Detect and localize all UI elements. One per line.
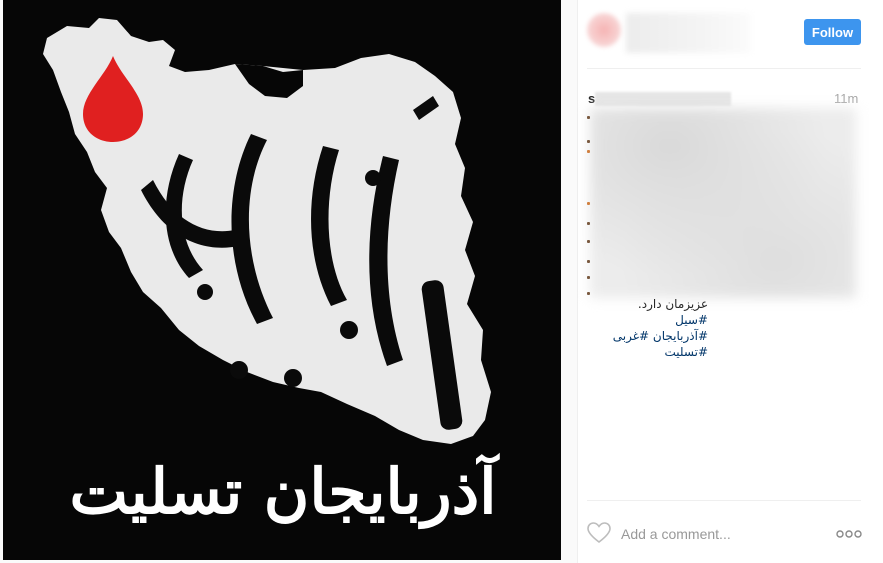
caption-visible-text: عزیزمان دارد. #سیل #آذربایجان #غربی #تسل… — [588, 296, 708, 360]
caption-last-line: عزیزمان دارد. — [637, 297, 708, 311]
post-image[interactable]: آذربایجان تسلیت — [3, 0, 561, 560]
post-timestamp[interactable]: 11m — [834, 91, 858, 106]
heart-icon[interactable] — [587, 522, 611, 544]
caption-username-redacted[interactable] — [595, 92, 731, 106]
follow-button[interactable]: Follow — [804, 19, 861, 45]
post-image-panel: آذربایجان تسلیت — [0, 0, 578, 563]
username-redacted[interactable] — [626, 13, 751, 53]
hashtag-link[interactable]: #آذربایجان — [653, 329, 708, 343]
post-sidebar: Follow s 11m عزیزمان دارد. #سیل #آذربایج… — [578, 0, 883, 563]
comment-input[interactable] — [621, 522, 821, 546]
more-options-icon[interactable] — [836, 526, 862, 540]
divider — [587, 500, 861, 501]
avatar[interactable] — [587, 13, 621, 47]
hashtag-link[interactable]: #تسلیت — [665, 345, 708, 359]
post-header: Follow — [578, 0, 883, 68]
divider — [587, 68, 861, 69]
hashtag-link[interactable]: #غربی — [613, 329, 649, 343]
caption-edge-glyphs — [587, 110, 593, 300]
image-caption-text: آذربایجان تسلیت — [69, 455, 497, 528]
caption-redacted — [590, 108, 856, 298]
hashtag-link[interactable]: #سیل — [675, 313, 708, 327]
